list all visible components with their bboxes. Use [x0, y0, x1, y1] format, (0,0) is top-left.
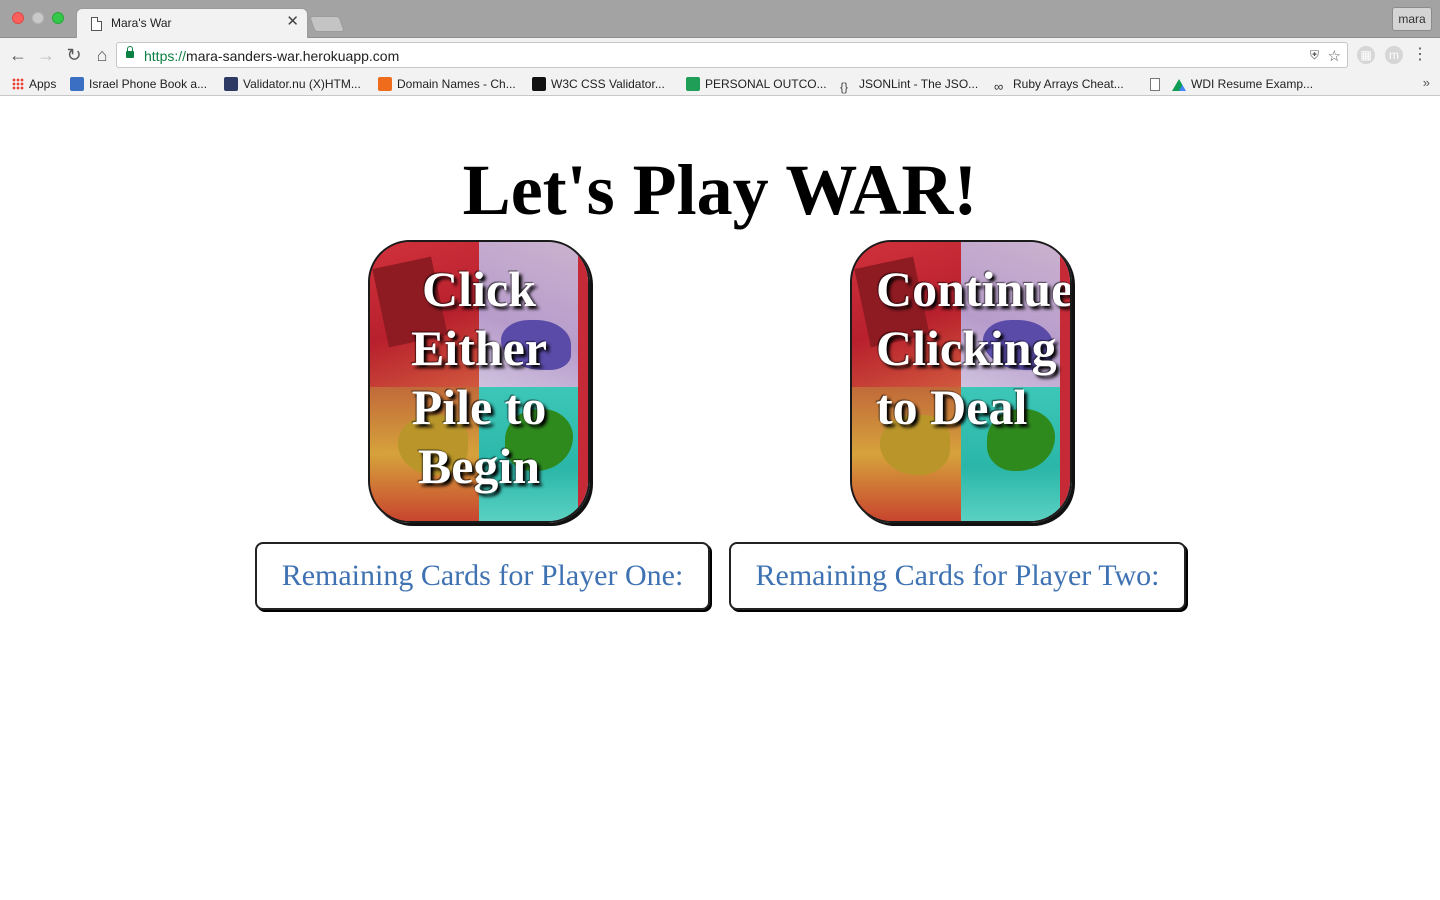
braces-icon: {} [840, 80, 849, 94]
profile-button[interactable]: mara [1392, 7, 1432, 31]
bookmark-personal-outcomes[interactable]: PERSONAL OUTCO... [686, 75, 827, 93]
bookmark-untitled[interactable] [1150, 75, 1165, 93]
url-host: mara-sanders-war.herokuapp.com [186, 48, 400, 64]
minimize-window-button[interactable] [32, 12, 44, 24]
apps-icon [12, 78, 24, 90]
bookmark-w3c-css-validator[interactable]: W3C CSS Validator... [532, 75, 665, 93]
player-two-card-pile[interactable]: Continue Clicking to Deal [850, 240, 1072, 523]
w3c-icon [532, 77, 546, 91]
back-arrow-icon[interactable]: ← [6, 43, 30, 67]
chart-icon [378, 77, 392, 91]
browser-titlebar: Mara's War ✕ mara [0, 0, 1440, 38]
sheets-icon [686, 77, 700, 91]
url-text: https://mara-sanders-war.herokuapp.com [144, 48, 399, 64]
bookmark-domain-names[interactable]: Domain Names - Ch... [378, 75, 516, 93]
player-two-remaining-cards: Remaining Cards for Player Two: [729, 542, 1186, 610]
forward-arrow-icon[interactable]: → [34, 43, 58, 67]
infinity-icon: ∞ [994, 79, 1004, 94]
browser-tab[interactable]: Mara's War ✕ [76, 8, 308, 38]
validator-icon [224, 77, 238, 91]
more-menu-icon[interactable]: ⋮ [1412, 44, 1428, 64]
card-two-text: Continue Clicking to Deal [876, 261, 1072, 435]
new-tab-button[interactable] [309, 16, 345, 32]
page-icon [91, 17, 102, 31]
flag-icon [70, 77, 84, 91]
player-one-card-pile[interactable]: Click Either Pile to Begin [368, 240, 590, 523]
bookmark-jsonlint[interactable]: {} JSONLint - The JSO... [840, 75, 978, 94]
shield-blocked-icon[interactable]: ⛨ [1310, 48, 1319, 63]
home-icon[interactable]: ⌂ [90, 43, 114, 67]
bookmark-israel-phone-book[interactable]: Israel Phone Book a... [70, 75, 207, 93]
player-one-remaining-cards: Remaining Cards for Player One: [255, 542, 710, 610]
tab-title: Mara's War [111, 16, 172, 30]
url-scheme: https:// [144, 48, 187, 64]
extension-m-icon[interactable]: m [1385, 46, 1403, 64]
extension-icon[interactable]: ▦ [1357, 46, 1375, 64]
browser-toolbar: ← → ↻ ⌂ https://mara-sanders-war.herokua… [0, 38, 1440, 72]
tab-close-icon[interactable]: ✕ [286, 13, 299, 30]
maximize-window-button[interactable] [52, 12, 64, 24]
bookmark-star-icon[interactable]: ☆ [1328, 47, 1341, 65]
bookmark-validator-nu[interactable]: Validator.nu (X)HTM... [224, 75, 361, 93]
address-bar[interactable]: https://mara-sanders-war.herokuapp.com ⛨… [116, 42, 1348, 68]
reload-icon[interactable]: ↻ [62, 43, 86, 67]
page-title: Let's Play WAR! [462, 150, 978, 230]
page-icon [1150, 78, 1160, 91]
bookmark-ruby-arrays[interactable]: ∞ Ruby Arrays Cheat... [994, 75, 1124, 94]
bookmarks-overflow-icon[interactable]: » [1423, 75, 1430, 90]
drive-icon [1172, 79, 1186, 91]
lock-icon [126, 46, 134, 58]
card-one-text: Click Either Pile to Begin [410, 261, 548, 494]
bookmark-apps[interactable]: Apps [12, 75, 56, 93]
bookmarks-bar: Apps Israel Phone Book a... Validator.nu… [0, 72, 1440, 96]
close-window-button[interactable] [12, 12, 24, 24]
bookmark-wdi-resume[interactable]: WDI Resume Examp... [1172, 75, 1313, 93]
